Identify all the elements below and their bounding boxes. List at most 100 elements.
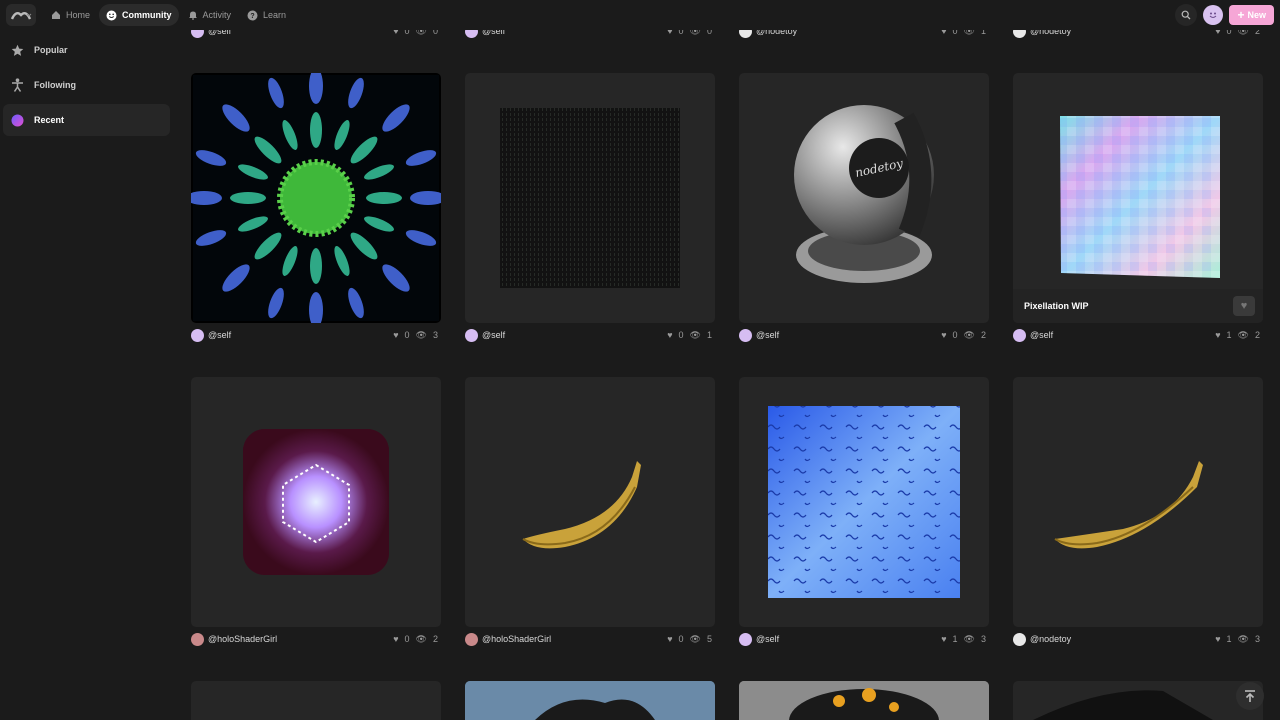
card-meta: @holoShaderGirl ♥ 0 👁 2 xyxy=(191,631,441,647)
top-nav-bar: Home Community Activity ? Learn + New xyxy=(0,0,1280,30)
view-count: 3 xyxy=(980,634,986,644)
sidebar: Popular Following Recent xyxy=(0,34,180,139)
avatar[interactable] xyxy=(191,328,204,342)
card-meta: @self ♥ 0 👁 3 xyxy=(191,327,441,343)
like-count: 1 xyxy=(1226,634,1232,644)
shader-card[interactable] xyxy=(191,73,441,323)
eye-icon: 👁 xyxy=(1237,633,1249,644)
card-meta: @self ♥ 0 👁 1 xyxy=(465,327,715,343)
new-button-label: New xyxy=(1247,10,1266,20)
eye-icon: 👁 xyxy=(415,329,427,340)
sidebar-item-following[interactable]: Following xyxy=(3,69,170,101)
view-count: 3 xyxy=(432,330,438,340)
card-meta: @holoShaderGirl ♥ 0 👁 5 xyxy=(465,631,715,647)
card-stats: ♥ 0 👁 2 xyxy=(941,330,989,341)
eye-icon: 👁 xyxy=(689,329,701,340)
bell-icon xyxy=(188,11,197,20)
view-count: 2 xyxy=(980,330,986,340)
like-button[interactable]: ♥ xyxy=(1233,296,1255,316)
avatar[interactable] xyxy=(1013,328,1026,342)
shader-card[interactable] xyxy=(465,377,715,627)
view-count: 1 xyxy=(706,330,712,340)
nav-home-label: Home xyxy=(66,10,91,20)
card-stats: ♥ 1 👁 2 xyxy=(1215,330,1263,341)
card-meta: @self ♥ 1 👁 3 xyxy=(739,631,989,647)
eye-icon: 👁 xyxy=(415,633,427,644)
sidebar-item-label: Following xyxy=(34,80,76,90)
view-count: 5 xyxy=(706,634,712,644)
smiley-avatar-icon xyxy=(1210,12,1217,18)
question-icon: ? xyxy=(247,10,258,20)
scroll-to-top-button[interactable] xyxy=(1236,682,1264,710)
star-icon xyxy=(11,44,24,56)
avatar[interactable] xyxy=(739,632,752,646)
eye-icon: 👁 xyxy=(689,633,701,644)
sidebar-item-label: Popular xyxy=(34,45,68,55)
heart-icon: ♥ xyxy=(667,634,673,644)
avatar[interactable] xyxy=(465,632,478,646)
nav-learn[interactable]: ? Learn xyxy=(240,4,293,26)
nav-activity[interactable]: Activity xyxy=(181,4,239,26)
sidebar-item-popular[interactable]: Popular xyxy=(3,34,170,66)
heart-icon: ♥ xyxy=(941,330,947,340)
heart-icon: ♥ xyxy=(667,330,673,340)
shader-card[interactable] xyxy=(1013,681,1263,720)
nodetoy-logo-icon xyxy=(10,12,32,20)
logo-menu-button[interactable] xyxy=(6,4,36,26)
heart-icon: ♥ xyxy=(1215,634,1221,644)
nav-learn-label: Learn xyxy=(263,10,287,20)
top-right-actions: + New xyxy=(1175,4,1274,26)
avatar[interactable] xyxy=(739,328,752,342)
card-author[interactable]: @self xyxy=(482,330,505,340)
nav-community-label: Community xyxy=(122,10,172,20)
shader-card[interactable] xyxy=(1013,377,1263,627)
card-stats: ♥ 0 👁 3 xyxy=(393,330,441,341)
like-count: 0 xyxy=(404,330,410,340)
sidebar-item-recent[interactable]: Recent xyxy=(3,104,170,136)
shader-card[interactable] xyxy=(191,681,441,720)
shader-card[interactable] xyxy=(739,377,989,627)
shader-card[interactable]: nodetoy xyxy=(739,73,989,323)
nav-home[interactable]: Home xyxy=(44,4,97,26)
avatar[interactable] xyxy=(465,328,478,342)
card-author[interactable]: @nodetoy xyxy=(1030,634,1071,644)
dark-shape-preview xyxy=(1033,690,1213,720)
sidebar-item-label: Recent xyxy=(34,115,65,125)
card-author[interactable]: @self xyxy=(208,330,231,340)
card-author[interactable]: @holoShaderGirl xyxy=(482,634,551,644)
card-author[interactable]: @self xyxy=(1030,330,1053,340)
shader-card[interactable] xyxy=(191,377,441,627)
arrow-up-icon xyxy=(1245,690,1255,702)
sky-object-preview xyxy=(465,681,715,720)
like-count: 0 xyxy=(678,634,684,644)
shader-card[interactable] xyxy=(739,681,989,720)
avatar[interactable] xyxy=(191,632,204,646)
banana-preview xyxy=(522,461,641,549)
view-count: 2 xyxy=(1254,330,1260,340)
card-author[interactable]: @self xyxy=(756,330,779,340)
view-count: 3 xyxy=(1254,634,1260,644)
squiggle-pattern-preview xyxy=(768,406,960,598)
like-count: 0 xyxy=(678,330,684,340)
card-meta: @nodetoy ♥ 1 👁 3 xyxy=(1013,631,1263,647)
like-count: 1 xyxy=(952,634,958,644)
eye-icon: 👁 xyxy=(1237,329,1249,340)
banana-preview xyxy=(1054,461,1203,549)
heart-icon: ♥ xyxy=(393,634,399,644)
search-button[interactable] xyxy=(1175,4,1198,26)
shader-card[interactable]: Pixellation WIP ♥ xyxy=(1013,73,1263,323)
nav-community[interactable]: Community xyxy=(99,4,179,26)
card-author[interactable]: @self xyxy=(756,634,779,644)
card-stats: ♥ 0 👁 5 xyxy=(667,634,715,645)
recent-icon xyxy=(11,114,24,126)
shader-card[interactable] xyxy=(465,73,715,323)
new-button[interactable]: + New xyxy=(1229,5,1274,25)
shader-card[interactable] xyxy=(465,681,715,720)
user-avatar[interactable] xyxy=(1203,5,1224,25)
kaleidoscope-preview xyxy=(191,73,441,323)
person-icon xyxy=(12,78,23,92)
dark-noise-preview xyxy=(500,108,680,288)
card-author[interactable]: @holoShaderGirl xyxy=(208,634,277,644)
card-stats: ♥ 0 👁 2 xyxy=(393,634,441,645)
avatar[interactable] xyxy=(1013,632,1026,646)
